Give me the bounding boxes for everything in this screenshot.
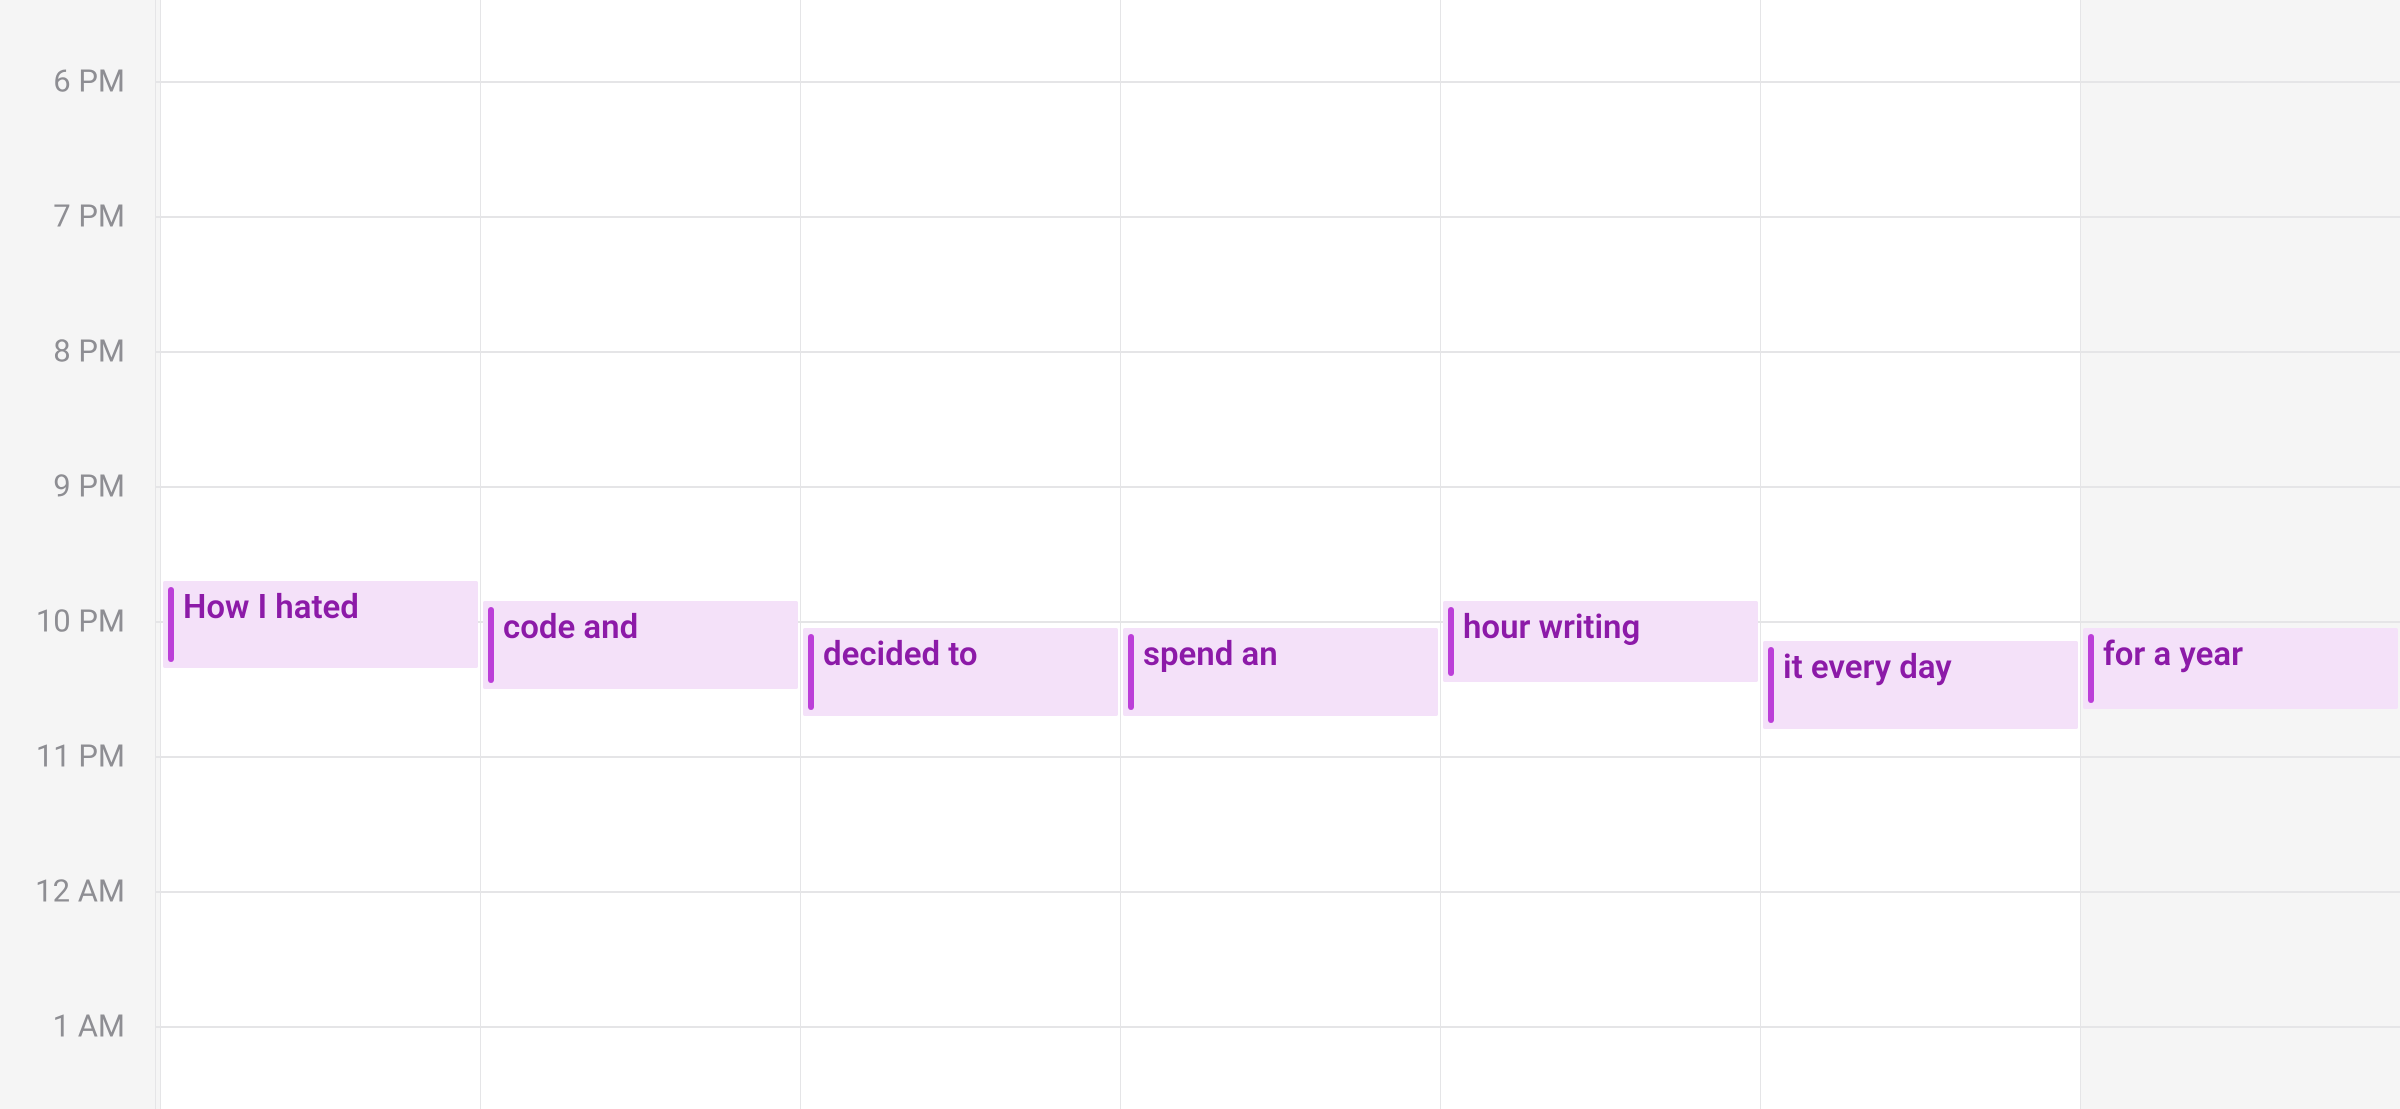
event-title: spend an: [1143, 636, 1428, 674]
hour-gridline: [1761, 621, 2080, 623]
hour-gridline: [481, 486, 800, 488]
event-title: for a year: [2103, 636, 2388, 674]
hour-gridline: [1121, 486, 1440, 488]
hour-gridline: [161, 1026, 480, 1028]
event-title: How I hated: [183, 589, 468, 627]
hour-gridline: [481, 891, 800, 893]
time-label: 6 PM: [53, 63, 125, 100]
hour-gridline: [161, 81, 480, 83]
hour-gridline: [2081, 756, 2400, 758]
day-column[interactable]: hour writing: [1440, 0, 1760, 1109]
hour-gridline: [801, 351, 1120, 353]
hour-gridline: [2081, 1026, 2400, 1028]
event-title: hour writing: [1463, 609, 1748, 647]
time-label: 11 PM: [36, 738, 125, 775]
hour-gridline: [1441, 351, 1760, 353]
time-axis: 6 PM 7 PM 8 PM 9 PM 10 PM 11 PM 12 AM 1 AM: [0, 0, 155, 1109]
time-label: 7 PM: [53, 198, 125, 235]
hour-gridline: [801, 756, 1120, 758]
event-title: decided to: [823, 636, 1108, 674]
hour-gridline: [801, 81, 1120, 83]
hour-gridline: [1441, 216, 1760, 218]
hour-gridline: [1761, 486, 2080, 488]
hour-gridline: [1441, 756, 1760, 758]
hour-gridline: [481, 756, 800, 758]
hour-gridline: [1121, 81, 1440, 83]
hour-gridline: [481, 351, 800, 353]
hour-gridline: [801, 1026, 1120, 1028]
hour-gridline: [1761, 216, 2080, 218]
hour-gridline: [1441, 486, 1760, 488]
hour-gridline: [2081, 351, 2400, 353]
day-column[interactable]: spend an: [1120, 0, 1440, 1109]
hour-gridline: [161, 351, 480, 353]
hour-gridline: [2081, 891, 2400, 893]
time-label: 8 PM: [53, 333, 125, 370]
day-column[interactable]: it every day: [1760, 0, 2080, 1109]
calendar-event[interactable]: How I hated: [163, 581, 478, 669]
calendar-event[interactable]: decided to: [803, 628, 1118, 716]
hour-gridline: [2081, 621, 2400, 623]
time-label: 9 PM: [53, 468, 125, 505]
hour-gridline: [161, 486, 480, 488]
hour-gridline: [1121, 216, 1440, 218]
hour-gridline: [2081, 486, 2400, 488]
calendar-event[interactable]: spend an: [1123, 628, 1438, 716]
calendar-week-view: 6 PM 7 PM 8 PM 9 PM 10 PM 11 PM 12 AM 1 AM How …: [0, 0, 2400, 1109]
hour-gridline: [481, 1026, 800, 1028]
day-column[interactable]: How I hated: [160, 0, 480, 1109]
hour-gridline: [1121, 756, 1440, 758]
hour-gridline: [161, 756, 480, 758]
hour-gridline: [1441, 891, 1760, 893]
calendar-grid[interactable]: How I hated code and decided to spend an hou…: [155, 0, 2400, 1109]
time-label: 10 PM: [36, 603, 125, 640]
event-title: it every day: [1783, 649, 2068, 687]
hour-gridline: [481, 216, 800, 218]
hour-gridline: [161, 891, 480, 893]
hour-gridline: [481, 81, 800, 83]
hour-gridline: [1761, 351, 2080, 353]
calendar-event[interactable]: for a year: [2083, 628, 2398, 709]
hour-gridline: [1121, 351, 1440, 353]
calendar-event[interactable]: hour writing: [1443, 601, 1758, 682]
hour-gridline: [1121, 891, 1440, 893]
hour-gridline: [1761, 1026, 2080, 1028]
hour-gridline: [801, 621, 1120, 623]
hour-gridline: [801, 216, 1120, 218]
hour-gridline: [1441, 1026, 1760, 1028]
hour-gridline: [801, 891, 1120, 893]
hour-gridline: [801, 486, 1120, 488]
day-column[interactable]: for a year: [2080, 0, 2400, 1109]
hour-gridline: [1761, 756, 2080, 758]
day-column[interactable]: decided to: [800, 0, 1120, 1109]
hour-gridline: [1441, 81, 1760, 83]
day-column[interactable]: code and: [480, 0, 800, 1109]
hour-gridline: [1761, 81, 2080, 83]
event-title: code and: [503, 609, 788, 647]
hour-gridline: [2081, 216, 2400, 218]
hour-gridline: [2081, 81, 2400, 83]
time-label: 1 AM: [53, 1008, 125, 1045]
calendar-event[interactable]: it every day: [1763, 641, 2078, 729]
calendar-event[interactable]: code and: [483, 601, 798, 689]
time-label: 12 AM: [35, 873, 125, 910]
hour-gridline: [161, 216, 480, 218]
hour-gridline: [1121, 621, 1440, 623]
hour-gridline: [1761, 891, 2080, 893]
hour-gridline: [1121, 1026, 1440, 1028]
